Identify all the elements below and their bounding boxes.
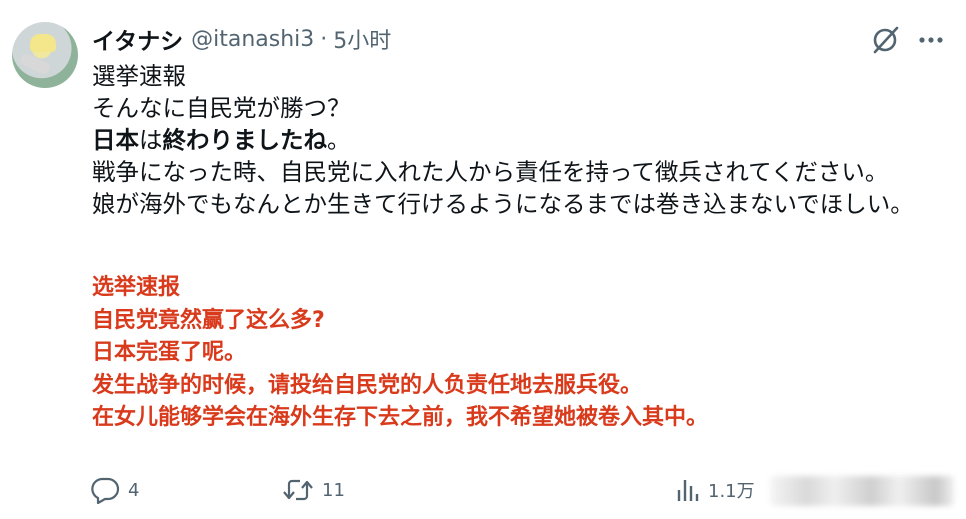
- avatar[interactable]: [12, 22, 78, 88]
- tweet-line: 娘が海外でもなんとか生きて行けるようになるまでは巻き込まないでほしい。: [92, 190, 914, 218]
- tweet[interactable]: イタナシ @itanashi3 · 5小时 選挙速報 そんなに自民党が勝つ？ 日…: [0, 0, 966, 519]
- retweet-count: 11: [322, 479, 345, 501]
- reply-icon: [91, 477, 120, 504]
- views-count: 1.1万: [708, 481, 755, 502]
- reply-count: 4: [128, 479, 140, 501]
- tweet-line: そんなに自民党が勝つ？: [92, 94, 351, 122]
- user-handle[interactable]: @itanashi3: [191, 27, 314, 52]
- tweet-bold-text: 日本: [92, 126, 139, 154]
- translation-line: 发生战争的时候，请投给自民党的人负责任地去服兵役。: [92, 372, 643, 398]
- translation-line: 自民党竟然赢了这么多?: [92, 307, 325, 333]
- translation-line: 在女儿能够学会在海外生存下去之前，我不希望她被卷入其中。: [92, 405, 709, 430]
- translation-line: 日本完蛋了呢。: [92, 340, 247, 365]
- retweet-icon: [283, 479, 313, 501]
- avatar-hat-shape: [30, 34, 56, 52]
- grok-icon[interactable]: [870, 24, 902, 56]
- timestamp[interactable]: 5小时: [333, 23, 391, 55]
- blurred-watermark: [770, 476, 954, 506]
- avatar-arm-shape: [18, 52, 52, 76]
- translation-overlay: 选举速报 自民党竟然赢了这么多? 日本完蛋了呢。 发生战争的时候，请投给自民党的…: [92, 272, 952, 435]
- reply-button[interactable]: 4: [90, 470, 139, 510]
- translation-line: 选举速报: [92, 275, 181, 300]
- separator-dot: ·: [320, 26, 328, 52]
- retweet-button[interactable]: 11: [282, 470, 345, 510]
- views-button[interactable]: 1.1万: [676, 470, 755, 510]
- tweet-bold-text: 終わりましたね: [162, 126, 328, 154]
- tweet-body-japanese: 選挙速報 そんなに自民党が勝つ？ 日本は終わりましたね。 戦争になった時、自民党…: [92, 60, 952, 220]
- tweet-line: 戦争になった時、自民党に入れた人から責任を持って徴兵されてください。: [92, 158, 889, 186]
- tweet-header: イタナシ @itanashi3 · 5小时: [92, 22, 391, 56]
- tweet-line: 日本は終わりましたね。: [92, 124, 952, 156]
- display-name[interactable]: イタナシ: [92, 22, 183, 56]
- tweet-text: 。: [327, 126, 351, 154]
- tweet-line: 選挙速報: [92, 62, 186, 90]
- more-icon[interactable]: [914, 24, 948, 56]
- tweet-text: は: [139, 126, 163, 154]
- views-icon: [677, 480, 699, 501]
